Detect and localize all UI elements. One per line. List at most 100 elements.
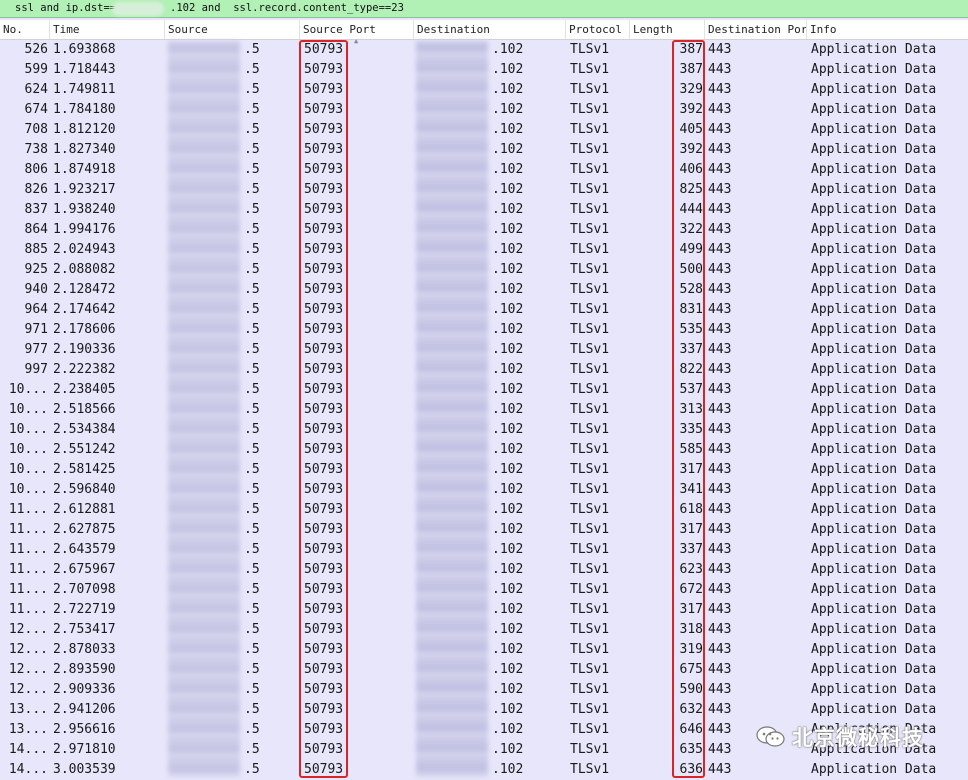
packet-time: 1.827340 [53,142,116,157]
packet-source: .5 [244,642,260,657]
packet-destination: .102 [492,562,524,577]
packet-destination: .102 [492,222,524,237]
packet-destination: .102 [492,462,524,477]
packet-info: Application Data [811,362,937,377]
packet-number: 11... [8,542,48,557]
packet-destination: .102 [492,482,524,497]
packet-destination-port: 443 [708,622,732,637]
packet-time: 2.190336 [53,342,116,357]
packet-destination: .102 [492,742,524,757]
packet-destination: .102 [492,262,524,277]
packet-protocol: TLSv1 [570,322,610,337]
packet-source: .5 [244,102,260,117]
packet-time: 2.971810 [53,742,116,757]
packet-source: .5 [244,182,260,197]
packet-destination-port: 443 [708,462,732,477]
packet-protocol: TLSv1 [570,242,610,257]
packet-info: Application Data [811,302,937,317]
packet-time: 1.718443 [53,62,116,77]
packet-protocol: TLSv1 [570,42,610,57]
packet-protocol: TLSv1 [570,102,610,117]
packet-source: .5 [244,342,260,357]
packet-destination-port: 443 [708,182,732,197]
packet-number: 977 [24,342,48,357]
packet-destination-port: 443 [708,642,732,657]
packet-number: 14... [8,742,48,757]
packet-time: 2.222382 [53,362,116,377]
column-header-source[interactable]: Source [165,20,300,39]
column-header-destination[interactable]: Destination [414,20,566,39]
packet-time: 1.994176 [53,222,116,237]
packet-destination: .102 [492,422,524,437]
packet-info: Application Data [811,82,937,97]
column-header-no[interactable]: No. [0,20,50,39]
packet-destination: .102 [492,82,524,97]
packet-source: .5 [244,502,260,517]
packet-number: 10... [8,382,48,397]
packet-protocol: TLSv1 [570,162,610,177]
packet-destination-port: 443 [708,522,732,537]
packet-info: Application Data [811,262,937,277]
packet-info: Application Data [811,582,937,597]
packet-source: .5 [244,302,260,317]
packet-number: 11... [8,522,48,537]
packet-number: 826 [24,182,48,197]
packet-source: .5 [244,702,260,717]
packet-source: .5 [244,582,260,597]
packet-info: Application Data [811,702,937,717]
packet-list-header: No. Time Source Source Port Destination … [0,20,968,45]
packet-number: 708 [24,122,48,137]
packet-time: 2.178606 [53,322,116,337]
source-port-highlight-box [299,40,348,778]
packet-time: 1.938240 [53,202,116,217]
packet-source: .5 [244,382,260,397]
packet-number: 738 [24,142,48,157]
packet-time: 2.174642 [53,302,116,317]
packet-time: 2.893590 [53,662,116,677]
column-header-time[interactable]: Time [50,20,165,39]
packet-number: 837 [24,202,48,217]
packet-number: 940 [24,282,48,297]
packet-destination-port: 443 [708,282,732,297]
display-filter-text-tail[interactable]: .102 and ssl.record.content_type==23 [170,2,404,14]
packet-time: 2.956616 [53,722,116,737]
packet-destination-port: 443 [708,382,732,397]
packet-destination: .102 [492,342,524,357]
packet-destination-port: 443 [708,262,732,277]
packet-destination: .102 [492,642,524,657]
column-header-info[interactable]: Info [807,20,968,39]
packet-protocol: TLSv1 [570,342,610,357]
packet-destination: .102 [492,42,524,57]
packet-protocol: TLSv1 [570,82,610,97]
display-filter-text[interactable]: ssl and ip.dst== [15,2,116,14]
column-header-protocol[interactable]: Protocol [566,20,630,39]
packet-destination: .102 [492,122,524,137]
packet-protocol: TLSv1 [570,602,610,617]
packet-info: Application Data [811,462,937,477]
packet-destination: .102 [492,582,524,597]
packet-info: Application Data [811,122,937,137]
packet-destination-port: 443 [708,82,732,97]
packet-info: Application Data [811,602,937,617]
packet-destination-port: 443 [708,682,732,697]
packet-source: .5 [244,42,260,57]
packet-destination-port: 443 [708,402,732,417]
packet-source: .5 [244,402,260,417]
redacted-ip-blur [112,2,164,16]
packet-time: 2.596840 [53,482,116,497]
column-header-destination-port[interactable]: Destination Port [705,20,807,39]
packet-destination: .102 [492,442,524,457]
column-header-length[interactable]: Length [630,20,705,39]
packet-protocol: TLSv1 [570,422,610,437]
packet-source: .5 [244,542,260,557]
packet-protocol: TLSv1 [570,562,610,577]
packet-number: 624 [24,82,48,97]
packet-destination-port: 443 [708,562,732,577]
display-filter-bar[interactable]: ssl and ip.dst== .102 and ssl.record.con… [0,0,968,18]
packet-protocol: TLSv1 [570,742,610,757]
packet-source: .5 [244,662,260,677]
packet-destination: .102 [492,162,524,177]
packet-info: Application Data [811,142,937,157]
packet-protocol: TLSv1 [570,302,610,317]
packet-source: .5 [244,422,260,437]
